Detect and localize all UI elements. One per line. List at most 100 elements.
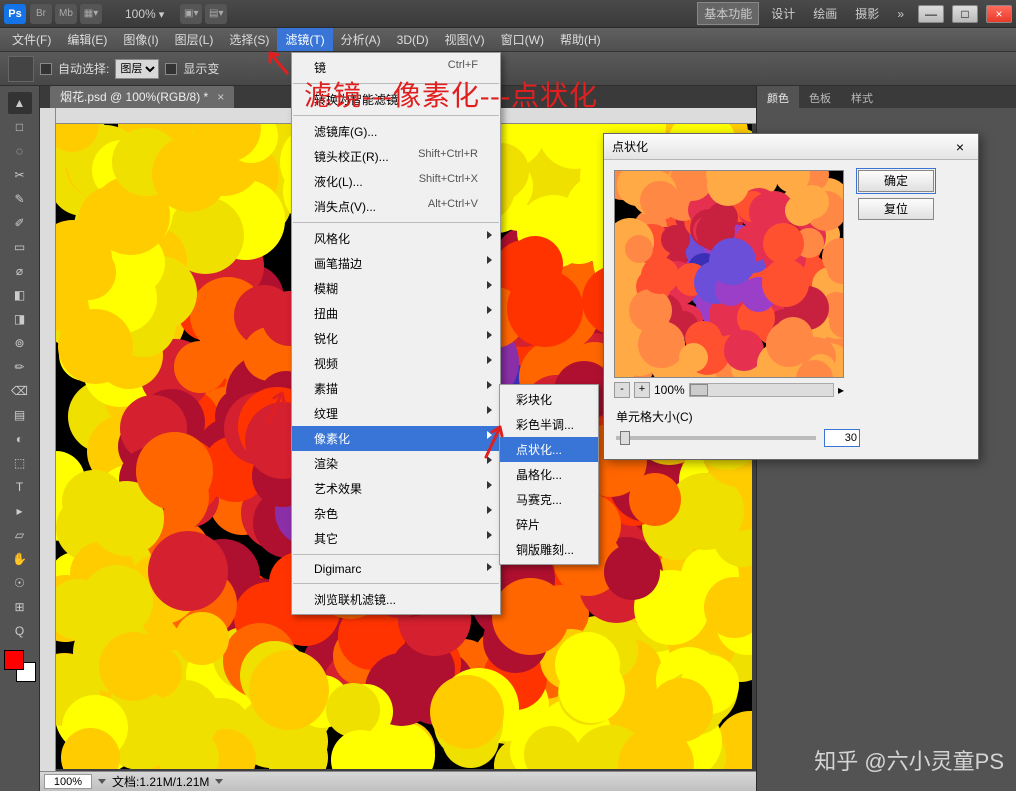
doc-info-dropdown-icon[interactable] <box>215 779 223 784</box>
tool-13[interactable]: ▤ <box>8 404 32 426</box>
zoom-in-button[interactable]: + <box>634 382 650 398</box>
menu-view[interactable]: 视图(V) <box>437 28 493 51</box>
tool-21[interactable]: ⊞ <box>8 596 32 618</box>
menu-item[interactable]: Digimarc <box>292 558 500 580</box>
workspace-paint[interactable]: 绘画 <box>807 3 843 24</box>
zoom-out-button[interactable]: - <box>614 382 630 398</box>
tool-17[interactable]: ▸ <box>8 500 32 522</box>
document-tab[interactable]: 烟花.psd @ 100%(RGB/8) * × <box>50 86 234 108</box>
menu-edit[interactable]: 编辑(E) <box>59 28 115 51</box>
menu-item[interactable]: 艺术效果 <box>292 476 500 501</box>
menu-item[interactable]: 镜头校正(R)...Shift+Ctrl+R <box>292 144 500 169</box>
tool-14[interactable]: ◐ <box>8 428 32 450</box>
submenu-item[interactable]: 马赛克... <box>500 487 598 512</box>
tool-12[interactable]: ⌫ <box>8 380 32 402</box>
menu-help[interactable]: 帮助(H) <box>552 28 609 51</box>
menu-item[interactable]: 像素化 <box>292 426 500 451</box>
dialog-titlebar[interactable]: 点状化 × <box>604 134 978 160</box>
submenu-item[interactable]: 铜版雕刻... <box>500 537 598 562</box>
submenu-item[interactable]: 碎片 <box>500 512 598 537</box>
workspace-design[interactable]: 设计 <box>765 3 801 24</box>
arrange-button[interactable]: ▦▾ <box>80 4 102 24</box>
menu-item[interactable]: 风格化 <box>292 226 500 251</box>
extras-button[interactable]: ▤▾ <box>205 4 227 24</box>
tool-8[interactable]: ◧ <box>8 284 32 306</box>
menu-item[interactable]: 模糊 <box>292 276 500 301</box>
dialog-close-icon[interactable]: × <box>950 139 970 155</box>
tool-18[interactable]: ▱ <box>8 524 32 546</box>
menu-analysis[interactable]: 分析(A) <box>333 28 389 51</box>
menu-item[interactable]: 画笔描边 <box>292 251 500 276</box>
menu-item[interactable]: 滤镜库(G)... <box>292 119 500 144</box>
tool-2[interactable]: ◌ <box>8 140 32 162</box>
auto-select-checkbox[interactable] <box>40 63 52 75</box>
tool-9[interactable]: ◨ <box>8 308 32 330</box>
menu-item[interactable]: 其它 <box>292 526 500 551</box>
close-button[interactable]: × <box>986 5 1012 23</box>
tool-0[interactable]: ▲ <box>8 92 32 114</box>
menu-item[interactable]: 视频 <box>292 351 500 376</box>
menu-window[interactable]: 窗口(W) <box>493 28 552 51</box>
menu-item[interactable]: 消失点(V)...Alt+Ctrl+V <box>292 194 500 219</box>
menu-file[interactable]: 文件(F) <box>4 28 59 51</box>
zoom-dropdown-icon[interactable] <box>98 779 106 784</box>
show-transform-checkbox[interactable] <box>165 63 177 75</box>
zoom-selector[interactable]: 100% ▾ <box>125 7 164 21</box>
tool-10[interactable]: ⊚ <box>8 332 32 354</box>
pointillize-dialog: 点状化 × - + 100% ▸ 确定 复位 单元格大小(C) <box>603 133 979 460</box>
menu-item[interactable]: 浏览联机滤镜... <box>292 587 500 612</box>
tool-3[interactable]: ✂ <box>8 164 32 186</box>
minimize-button[interactable]: — <box>918 5 944 23</box>
menu-item[interactable]: 液化(L)...Shift+Ctrl+X <box>292 169 500 194</box>
tool-6[interactable]: ▭ <box>8 236 32 258</box>
tool-15[interactable]: ⬚ <box>8 452 32 474</box>
panel-tab-styles[interactable]: 样式 <box>841 86 883 108</box>
cell-size-label: 单元格大小(C) <box>616 408 966 425</box>
tool-1[interactable]: □ <box>8 116 32 138</box>
submenu-item[interactable]: 彩块化 <box>500 387 598 412</box>
bridge-button[interactable]: Br <box>30 4 52 24</box>
tool-22[interactable]: Q <box>8 620 32 642</box>
screenmode-button[interactable]: ▣▾ <box>180 4 202 24</box>
workspace-more[interactable]: » <box>891 5 910 23</box>
fg-swatch[interactable] <box>4 650 24 670</box>
color-swatches[interactable] <box>4 650 36 682</box>
dialog-title: 点状化 <box>612 138 648 155</box>
preview-scrollbar[interactable] <box>689 383 834 397</box>
tool-20[interactable]: ☉ <box>8 572 32 594</box>
filter-menu-dropdown: 镜Ctrl+F转换为智能滤镜滤镜库(G)...镜头校正(R)...Shift+C… <box>291 52 501 615</box>
zoom-input[interactable] <box>44 774 92 789</box>
menu-item[interactable]: 扭曲 <box>292 301 500 326</box>
panel-tab-color[interactable]: 颜色 <box>757 86 799 108</box>
cell-size-input[interactable] <box>824 429 860 447</box>
menu-item[interactable]: 锐化 <box>292 326 500 351</box>
tool-4[interactable]: ✎ <box>8 188 32 210</box>
tool-19[interactable]: ✋ <box>8 548 32 570</box>
menu-3d[interactable]: 3D(D) <box>389 30 437 50</box>
cell-size-slider[interactable] <box>616 436 816 440</box>
annotation-text: 滤镜---像素化---点状化 <box>304 74 598 114</box>
maximize-button[interactable]: □ <box>952 5 978 23</box>
auto-select-target[interactable]: 图层 <box>115 59 159 79</box>
submenu-item[interactable]: 彩色半调... <box>500 412 598 437</box>
workspace-basic[interactable]: 基本功能 <box>697 2 759 25</box>
menu-image[interactable]: 图像(I) <box>115 28 166 51</box>
workspace-photo[interactable]: 摄影 <box>849 3 885 24</box>
panel-tab-swatches[interactable]: 色板 <box>799 86 841 108</box>
tool-11[interactable]: ✏ <box>8 356 32 378</box>
tool-16[interactable]: T <box>8 476 32 498</box>
submenu-item[interactable]: 点状化... <box>500 437 598 462</box>
menu-item[interactable]: 素描 <box>292 376 500 401</box>
menu-item[interactable]: 纹理 <box>292 401 500 426</box>
tab-close-icon[interactable]: × <box>217 90 224 104</box>
submenu-item[interactable]: 晶格化... <box>500 462 598 487</box>
minibridge-button[interactable]: Mb <box>55 4 77 24</box>
tool-5[interactable]: ✐ <box>8 212 32 234</box>
menu-layer[interactable]: 图层(L) <box>167 28 222 51</box>
cancel-button[interactable]: 复位 <box>858 198 934 220</box>
tool-7[interactable]: ⌀ <box>8 260 32 282</box>
dialog-preview[interactable] <box>614 170 844 378</box>
ok-button[interactable]: 确定 <box>858 170 934 192</box>
menu-item[interactable]: 杂色 <box>292 501 500 526</box>
menu-item[interactable]: 渲染 <box>292 451 500 476</box>
